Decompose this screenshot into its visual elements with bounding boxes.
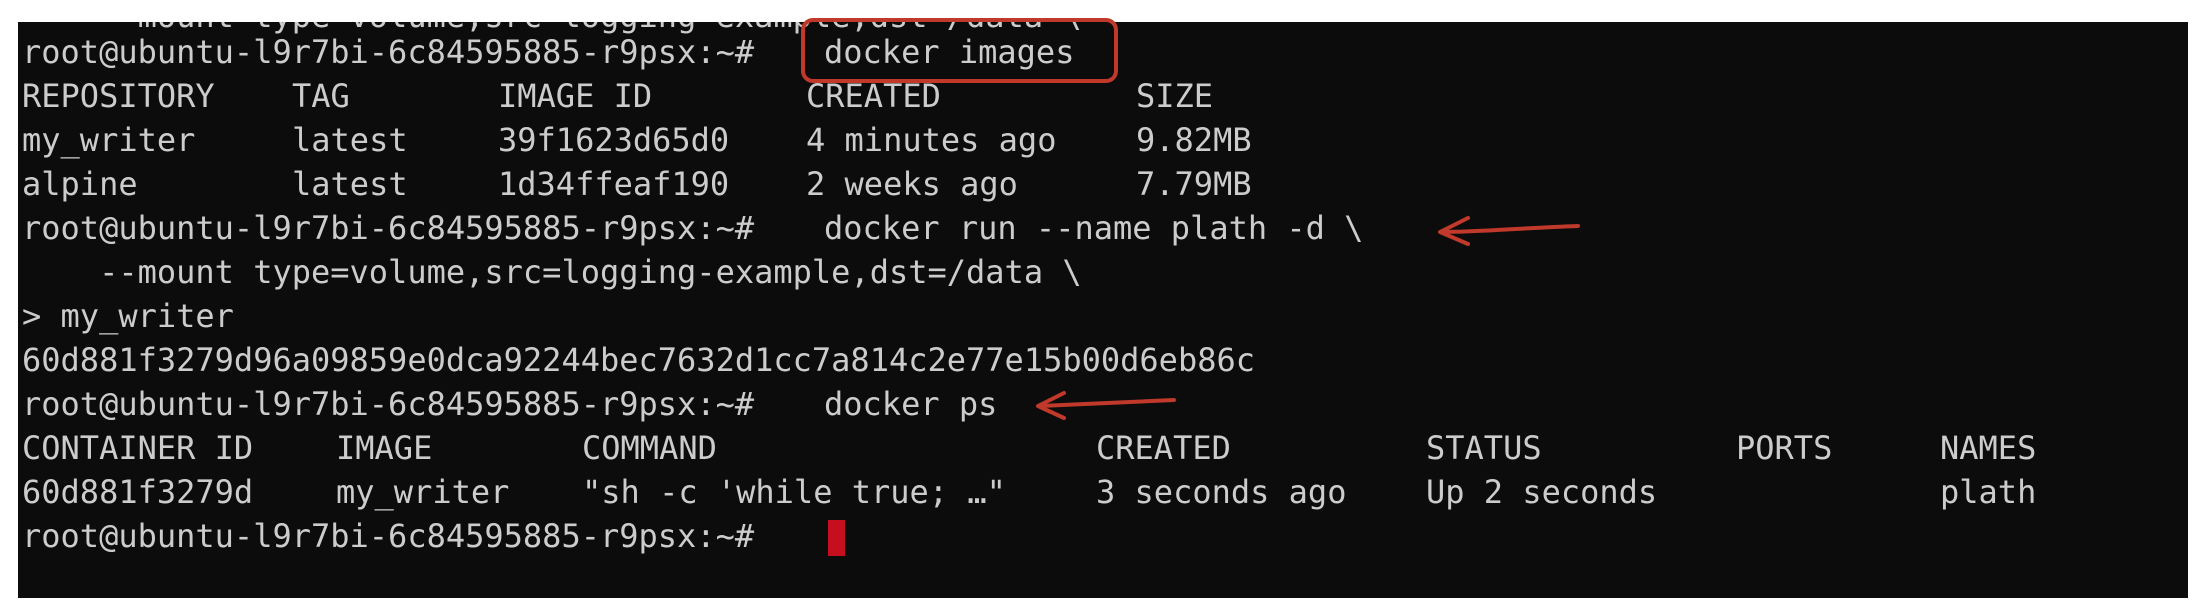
- line-docker-run-image: > my_writer: [22, 297, 234, 335]
- created: 2 weeks ago: [806, 165, 1018, 203]
- table-row: my_writer latest 39f1623d65d0 4 minutes …: [22, 120, 1252, 160]
- tag: latest: [292, 121, 408, 159]
- text-cursor: [828, 520, 845, 556]
- header-names: NAMES: [1940, 429, 2037, 467]
- names: plath: [1940, 473, 2037, 511]
- header-size: SIZE: [1136, 77, 1214, 115]
- created: 3 seconds ago: [1096, 473, 1347, 511]
- terminal-window[interactable]: --mount type=volume,src=logging-example,…: [18, 22, 2188, 598]
- prompt: root@ubuntu-l9r7bi-6c84595885-r9psx:~#: [22, 33, 755, 71]
- tag: latest: [292, 165, 408, 203]
- container-hash: 60d881f3279d96a09859e0dca92244bec7632d1c…: [22, 341, 1255, 379]
- size: 7.79MB: [1136, 165, 1252, 203]
- header-created: CREATED: [1096, 429, 1231, 467]
- header-image: IMAGE: [336, 429, 433, 467]
- container-id: 60d881f3279d: [22, 473, 254, 511]
- header-container-id: CONTAINER ID: [22, 429, 254, 467]
- command: "sh -c 'while true; …": [582, 473, 1006, 511]
- header-command: COMMAND: [582, 429, 717, 467]
- command-docker-images: docker images: [824, 33, 1075, 71]
- table-row: alpine latest 1d34ffeaf190 2 weeks ago 7…: [22, 164, 1252, 204]
- ps-table-header: CONTAINER ID IMAGE COMMAND CREATED STATU…: [22, 428, 2036, 468]
- line-docker-run-mount: --mount type=volume,src=logging-example,…: [22, 253, 1082, 291]
- header-tag: TAG: [292, 77, 350, 115]
- header-image-id: IMAGE ID: [498, 77, 653, 115]
- command-docker-run: docker run --name plath -d \: [824, 209, 1364, 247]
- header-created: CREATED: [806, 77, 941, 115]
- created: 4 minutes ago: [806, 121, 1057, 159]
- prompt: root@ubuntu-l9r7bi-6c84595885-r9psx:~#: [22, 385, 755, 423]
- command-docker-ps: docker ps: [824, 385, 998, 423]
- line-docker-images: root@ubuntu-l9r7bi-6c84595885-r9psx:~# d…: [22, 32, 1074, 72]
- size: 9.82MB: [1136, 121, 1252, 159]
- header-repository: REPOSITORY: [22, 77, 215, 115]
- table-row: 60d881f3279d my_writer "sh -c 'while tru…: [22, 472, 2036, 512]
- line-current-prompt[interactable]: root@ubuntu-l9r7bi-6c84595885-r9psx:~#: [22, 516, 845, 556]
- images-table-header: REPOSITORY TAG IMAGE ID CREATED SIZE: [22, 76, 1213, 116]
- prompt: root@ubuntu-l9r7bi-6c84595885-r9psx:~#: [22, 517, 755, 555]
- line-docker-ps: root@ubuntu-l9r7bi-6c84595885-r9psx:~# d…: [22, 384, 997, 424]
- line-docker-run: root@ubuntu-l9r7bi-6c84595885-r9psx:~# d…: [22, 208, 1363, 248]
- repository: alpine: [22, 165, 138, 203]
- prompt: root@ubuntu-l9r7bi-6c84595885-r9psx:~#: [22, 209, 755, 247]
- image: my_writer: [336, 473, 510, 511]
- status: Up 2 seconds: [1426, 473, 1658, 511]
- image-id: 1d34ffeaf190: [498, 165, 730, 203]
- header-ports: PORTS: [1736, 429, 1833, 467]
- header-status: STATUS: [1426, 429, 1542, 467]
- image-id: 39f1623d65d0: [498, 121, 730, 159]
- repository: my_writer: [22, 121, 196, 159]
